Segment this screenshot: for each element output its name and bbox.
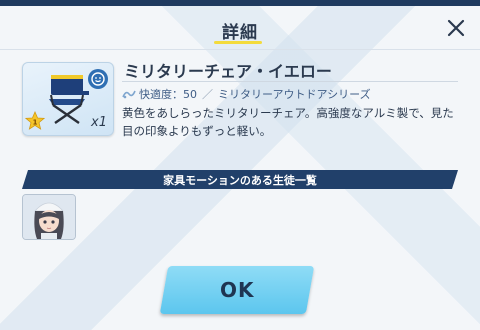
comfort-badge [88, 69, 108, 89]
smile-icon [91, 72, 105, 86]
ok-button[interactable]: OK [159, 266, 315, 314]
ok-button-label: OK [219, 278, 255, 302]
folding-chair-icon [49, 75, 89, 124]
item-series: ミリタリーアウトドアシリーズ [218, 88, 371, 101]
item-description: 黄色をあしらったミリタリーチェア。高強度なアルミ製で、見た目の印象よりもずっと軽… [122, 106, 454, 138]
close-icon [447, 19, 465, 37]
item-icon-card: 1 x1 [22, 62, 114, 136]
rarity-star-icon: 1 [25, 111, 45, 130]
svg-text:1: 1 [33, 119, 38, 127]
name-divider [122, 81, 458, 82]
student-portrait-card[interactable] [22, 194, 76, 240]
item-name: ミリタリーチェア・イエロー [124, 62, 332, 81]
student-portrait [23, 195, 75, 239]
item-meta-row: 快適度：50 ／ ミリタリーアウトドアシリーズ [122, 86, 371, 102]
section-title: 家具モーションのある生徒一覧 [163, 173, 317, 187]
meta-separator: ／ [202, 88, 213, 101]
close-button[interactable] [440, 12, 472, 44]
item-quantity: x1 [91, 115, 107, 130]
title-underline [214, 41, 262, 44]
comfort-value: 快適度：50 [139, 88, 197, 101]
header-divider [0, 49, 480, 50]
detail-dialog: 詳細 1 x1 ミリタリーチェア・イエロー 快適度：50 ／ ミリタリーアウトド… [0, 6, 480, 330]
dialog-title: 詳細 [222, 23, 258, 43]
student-list-header: 家具モーションのある生徒一覧 [22, 170, 458, 189]
comfort-icon [122, 90, 136, 99]
